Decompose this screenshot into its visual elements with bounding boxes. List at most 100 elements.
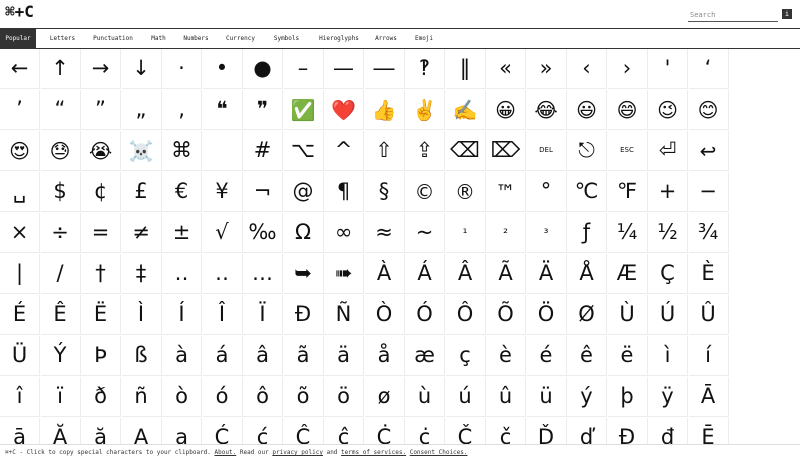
character-cell[interactable]: ‖ (445, 49, 486, 89)
character-cell[interactable]: ĉ (324, 418, 364, 444)
character-cell[interactable]: € (162, 172, 202, 212)
character-cell[interactable]: — (324, 49, 364, 89)
character-cell[interactable]: ø (364, 377, 405, 417)
character-cell[interactable]: § (364, 172, 405, 212)
character-cell[interactable]: Ñ (324, 295, 364, 335)
character-cell[interactable]: đ (648, 418, 688, 444)
character-cell[interactable]: ¶ (324, 172, 364, 212)
character-cell[interactable]: ⌘ (162, 131, 202, 171)
character-cell[interactable]: ‡ (121, 254, 162, 294)
character-cell[interactable]: „ (121, 90, 162, 130)
character-cell[interactable]: √ (202, 213, 243, 253)
character-cell[interactable]: · (162, 49, 202, 89)
character-cell[interactable]: Û (688, 295, 729, 335)
character-cell[interactable]: ℉ (607, 172, 648, 212)
character-cell[interactable]: ÷ (40, 213, 81, 253)
character-cell[interactable]: « (486, 49, 526, 89)
character-cell[interactable]: ⇪ (405, 131, 445, 171)
character-cell[interactable]: @ (283, 172, 324, 212)
tab-hieroglyphs[interactable]: Hieroglyphs (311, 29, 367, 48)
character-cell[interactable]: ✅ (283, 90, 324, 130)
character-cell[interactable]: Ĉ (284, 418, 324, 444)
character-cell[interactable]: á (202, 336, 243, 376)
character-cell[interactable]: Â (445, 254, 486, 294)
character-cell[interactable]: ℃ (567, 172, 607, 212)
character-cell[interactable]: æ (405, 336, 445, 376)
character-cell[interactable]: ‥ (202, 254, 243, 294)
character-cell[interactable]: ↓ (121, 49, 162, 89)
character-cell[interactable]: Ï (243, 295, 283, 335)
character-cell[interactable]: Õ (486, 295, 526, 335)
tab-math[interactable]: Math (142, 29, 175, 48)
character-cell[interactable]: ï (40, 377, 81, 417)
search-input[interactable] (688, 8, 780, 21)
site-logo[interactable]: ⌘+C (5, 2, 34, 21)
character-cell[interactable]: ≠ (121, 213, 162, 253)
character-cell[interactable]: Đ (608, 418, 648, 444)
character-cell[interactable]: õ (283, 377, 324, 417)
character-cell[interactable]: ° (526, 172, 567, 212)
character-cell[interactable]: “ (40, 90, 81, 130)
character-cell[interactable]: Æ (607, 254, 648, 294)
character-cell[interactable]: ● (243, 49, 283, 89)
character-cell[interactable]: ƒ (567, 213, 607, 253)
character-cell[interactable]: + (648, 172, 688, 212)
character-cell[interactable]: ā (0, 418, 40, 444)
character-cell[interactable]: ⏎ (648, 131, 688, 171)
character-cell[interactable]: ☠️ (121, 131, 162, 171)
character-cell[interactable]: ⇧ (364, 131, 405, 171)
character-cell[interactable]: à (162, 336, 202, 376)
character-cell[interactable]: ú (445, 377, 486, 417)
tab-numbers[interactable]: Numbers (176, 29, 216, 48)
character-cell[interactable]: © (405, 172, 445, 212)
character-cell[interactable]: Ë (81, 295, 121, 335)
character-cell[interactable]: ë (607, 336, 648, 376)
character-cell[interactable]: ⌦ (486, 131, 526, 171)
character-cell[interactable]: Ď (527, 418, 567, 444)
character-cell[interactable]: ð (81, 377, 121, 417)
character-cell[interactable]: ô (243, 377, 283, 417)
character-cell[interactable]: ’ (0, 90, 40, 130)
character-cell[interactable]: Ð (283, 295, 324, 335)
character-cell[interactable]: È (688, 254, 729, 294)
tab-currency[interactable]: Currency (219, 29, 262, 48)
character-cell[interactable]: 😄 (607, 90, 648, 130)
character-cell[interactable]: Ã (486, 254, 526, 294)
tab-punctuation[interactable]: Punctuation (86, 29, 140, 48)
character-cell[interactable]: ã (283, 336, 324, 376)
character-cell[interactable]: þ (607, 377, 648, 417)
character-cell[interactable]: ą (162, 418, 202, 444)
character-cell[interactable]: ă (81, 418, 121, 444)
character-cell[interactable]: ò (162, 377, 202, 417)
character-cell[interactable]: Č (446, 418, 486, 444)
character-cell[interactable]: ¼ (607, 213, 648, 253)
consent-choices-link[interactable]: Consent Choices. (410, 449, 468, 456)
character-cell[interactable]: Ö (526, 295, 567, 335)
character-cell[interactable]: ä (324, 336, 364, 376)
character-cell[interactable]: Ā (688, 377, 729, 417)
character-cell[interactable]: 😉 (648, 90, 688, 130)
character-cell[interactable]: ½ (648, 213, 688, 253)
character-cell[interactable]: • (202, 49, 243, 89)
character-cell[interactable]: å (364, 336, 405, 376)
character-cell[interactable]: ć (243, 418, 283, 444)
character-cell[interactable]: è (486, 336, 526, 376)
character-cell[interactable]: ß (121, 336, 162, 376)
character-cell[interactable]: ç (445, 336, 486, 376)
character-cell[interactable]: ↩ (688, 131, 729, 171)
character-cell[interactable]: ü (526, 377, 567, 417)
character-cell[interactable]: − (688, 172, 729, 212)
character-cell[interactable]: ‹ (567, 49, 607, 89)
character-cell[interactable] (202, 131, 243, 171)
character-cell[interactable]: ^ (324, 131, 364, 171)
character-cell[interactable]: ⌫ (445, 131, 486, 171)
character-cell[interactable]: £ (121, 172, 162, 212)
terms-link[interactable]: terms of services. (341, 449, 406, 456)
tab-arrows[interactable]: Arrows (367, 29, 405, 48)
character-cell[interactable]: ‽ (405, 49, 445, 89)
character-cell[interactable]: | (0, 254, 40, 294)
tab-emoji[interactable]: Emoji (407, 29, 441, 48)
character-cell[interactable]: É (0, 295, 40, 335)
character-cell[interactable]: = (81, 213, 121, 253)
about-link[interactable]: About. (215, 449, 237, 456)
